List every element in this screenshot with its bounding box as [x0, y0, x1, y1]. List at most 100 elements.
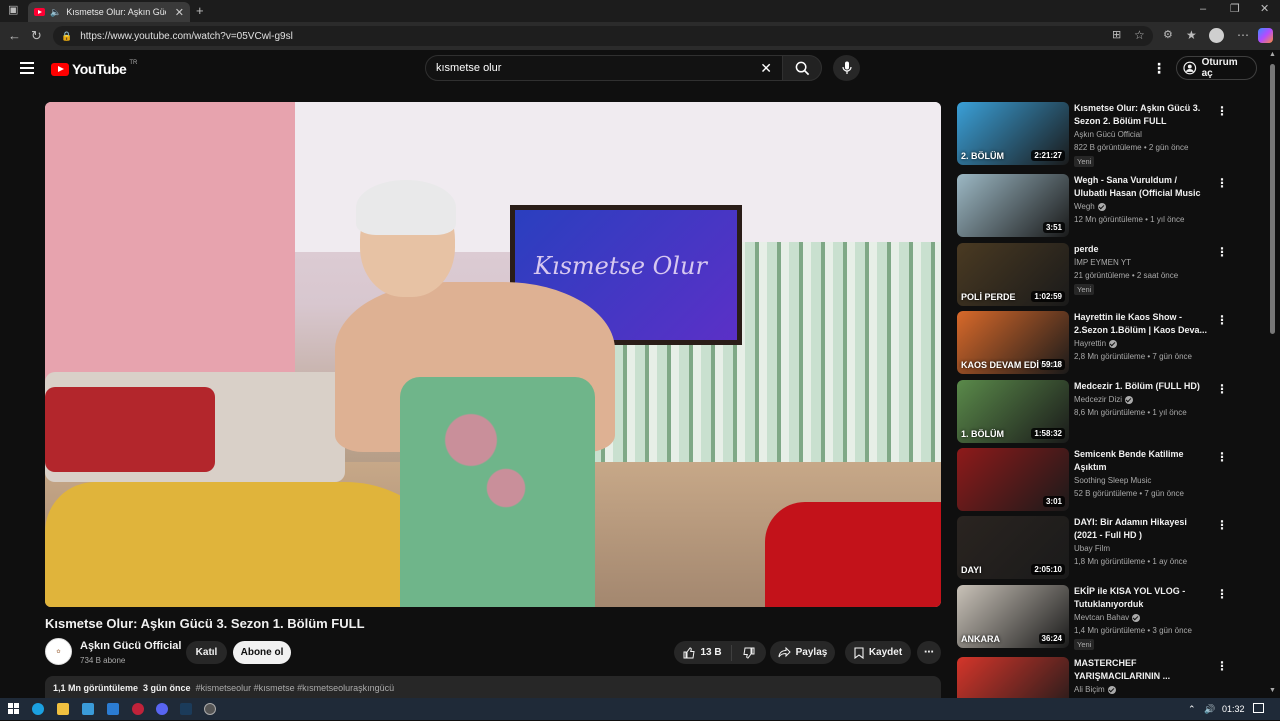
- recommendation-title[interactable]: Wegh - Sana Vuruldum / Ulubatlı Hasan (O…: [1074, 174, 1209, 200]
- duration-badge: 36:24: [1038, 633, 1065, 644]
- recommendation-thumbnail[interactable]: 1. BÖLÜM 1:58:32: [957, 380, 1069, 443]
- reload-icon[interactable]: ↻: [31, 29, 42, 42]
- recommendation-menu-icon[interactable]: ⋮: [1216, 587, 1228, 601]
- channel-label: Wegh: [1074, 202, 1095, 211]
- video-player[interactable]: Kısmetse Olur: [45, 102, 941, 607]
- copilot-icon[interactable]: [1258, 28, 1273, 43]
- recommendation-item[interactable]: 1. BÖLÜM 1:58:32 Medcezir 1. Bölüm (FULL H…: [957, 380, 1257, 444]
- recommendation-item[interactable]: ANKARA 36:24 EKİP ile KISA YOL VLOG - Tutu…: [957, 585, 1257, 650]
- recommendation-channel[interactable]: Ali Biçim: [1074, 685, 1116, 694]
- clear-search-icon[interactable]: ✕: [760, 60, 772, 77]
- recommendation-channel[interactable]: Hayrettin: [1074, 339, 1118, 348]
- tab-title: Kısmetse Olur: Aşkın Gücü 3: [66, 7, 166, 17]
- volume-icon[interactable]: 🔊: [1204, 704, 1215, 715]
- recommendation-thumbnail[interactable]: ANKARA 36:24: [957, 585, 1069, 648]
- recommendation-item[interactable]: 3:01 Semicenk Bende Katilime Aşıktım Sooth…: [957, 448, 1257, 512]
- recommendation-thumbnail[interactable]: DAYI 2:05:10: [957, 516, 1069, 579]
- recommendation-thumbnail[interactable]: KAOS DEVAM EDİYOR! 59:18: [957, 311, 1069, 374]
- recommendation-title[interactable]: Kısmetse Olur: Aşkın Gücü 3. Sezon 2. Bö…: [1074, 102, 1209, 128]
- recommendation-channel[interactable]: Soothing Sleep Music: [1074, 476, 1151, 485]
- discord-icon[interactable]: [156, 703, 168, 715]
- search-button[interactable]: [782, 55, 822, 81]
- dislike-button[interactable]: [732, 647, 766, 659]
- close-window-icon[interactable]: ✕: [1260, 4, 1269, 15]
- recommendation-title[interactable]: perde: [1074, 243, 1209, 256]
- recommendation-thumbnail[interactable]: 2. BÖLÜM 2:21:27: [957, 102, 1069, 165]
- recommendation-thumbnail[interactable]: POLİ PERDE 1:02:59: [957, 243, 1069, 306]
- share-button[interactable]: Paylaş: [770, 641, 835, 664]
- recommendation-item[interactable]: 2. BÖLÜM 2:21:27 Kısmetse Olur: Aşkın Gücü…: [957, 102, 1257, 167]
- recommendation-item[interactable]: 3:51 Wegh - Sana Vuruldum / Ulubatlı Hasa…: [957, 174, 1257, 238]
- edge-icon[interactable]: [32, 703, 44, 715]
- scroll-up-icon[interactable]: ▲: [1269, 51, 1276, 58]
- more-actions-button[interactable]: ⋯: [917, 641, 941, 664]
- menu-dots-icon[interactable]: ⋯: [1237, 29, 1249, 41]
- hamburger-menu-icon[interactable]: [20, 62, 34, 74]
- tab-actions-icon[interactable]: ▣: [8, 5, 18, 16]
- favorites-icon[interactable]: ★: [1186, 29, 1197, 41]
- store-icon[interactable]: [82, 703, 94, 715]
- like-button[interactable]: 13 B: [674, 644, 732, 661]
- save-button[interactable]: Kaydet: [845, 641, 911, 664]
- profile-icon[interactable]: [1209, 28, 1224, 43]
- signin-button[interactable]: Oturum aç: [1176, 56, 1257, 80]
- recommendation-menu-icon[interactable]: ⋮: [1216, 382, 1228, 396]
- recommendation-menu-icon[interactable]: ⋮: [1216, 245, 1228, 259]
- close-tab-icon[interactable]: ✕: [175, 6, 184, 19]
- recommendation-item[interactable]: KAOS DEVAM EDİYOR! 59:18 Hayrettin ile Kao…: [957, 311, 1257, 375]
- browser-tab[interactable]: 🔈 Kısmetse Olur: Aşkın Gücü 3 ✕: [28, 2, 190, 22]
- recommendation-menu-icon[interactable]: ⋮: [1216, 176, 1228, 190]
- recommendation-channel[interactable]: Wegh: [1074, 202, 1106, 211]
- recommendation-channel[interactable]: Aşkın Gücü Official: [1074, 130, 1142, 139]
- recommendation-title[interactable]: EKİP ile KISA YOL VLOG - Tutuklanıyorduk: [1074, 585, 1209, 611]
- recommendation-menu-icon[interactable]: ⋮: [1216, 104, 1228, 118]
- minimize-icon[interactable]: –: [1200, 4, 1206, 15]
- file-explorer-icon[interactable]: [57, 703, 69, 715]
- recommendation-title[interactable]: MASTERCHEF YARIŞMACILARININ ...: [1074, 657, 1209, 683]
- extensions-icon[interactable]: ⚙: [1163, 30, 1173, 41]
- url-field[interactable]: 🔒 https://www.youtube.com/watch?v=05VCwl…: [53, 26, 1153, 46]
- notifications-icon[interactable]: [1253, 703, 1264, 713]
- tray-chevron-icon[interactable]: ⌃: [1188, 704, 1196, 715]
- recommendation-thumbnail[interactable]: 3:51: [957, 174, 1069, 237]
- new-tab-icon[interactable]: +: [196, 4, 204, 17]
- recommendation-thumbnail[interactable]: 3:01: [957, 448, 1069, 511]
- recommendation-menu-icon[interactable]: ⋮: [1216, 450, 1228, 464]
- recommendation-title[interactable]: Semicenk Bende Katilime Aşıktım: [1074, 448, 1209, 474]
- recommendation-title[interactable]: DAYI: Bir Adamın Hikayesi (2021 - Full H…: [1074, 516, 1209, 542]
- youtube-logo[interactable]: YouTube TR: [51, 60, 137, 77]
- site-info-icon[interactable]: 🔒: [61, 31, 72, 42]
- verified-check-icon: [1125, 395, 1134, 404]
- recommendation-menu-icon[interactable]: ⋮: [1216, 659, 1228, 673]
- recommendation-channel[interactable]: Mevtcan Bahav: [1074, 613, 1141, 622]
- outlook-icon[interactable]: [107, 703, 119, 715]
- favorite-star-icon[interactable]: ☆: [1134, 29, 1145, 41]
- subscribe-button[interactable]: Abone ol: [233, 641, 291, 664]
- voice-search-button[interactable]: [833, 55, 860, 81]
- recommendation-menu-icon[interactable]: ⋮: [1216, 313, 1228, 327]
- reader-icon[interactable]: ⊞: [1112, 30, 1121, 41]
- restore-icon[interactable]: ❐: [1230, 4, 1240, 15]
- hashtags[interactable]: #kismetseolur #kısmetse #kısmetseoluraşk…: [196, 683, 395, 693]
- recommendation-menu-icon[interactable]: ⋮: [1216, 518, 1228, 532]
- recommendation-title[interactable]: Medcezir 1. Bölüm (FULL HD): [1074, 380, 1209, 393]
- join-button[interactable]: Katıl: [186, 641, 227, 664]
- recommendation-item[interactable]: POLİ PERDE 1:02:59 perde İMP EYMEN YT 21 gör…: [957, 243, 1257, 307]
- steam-icon[interactable]: [180, 703, 192, 715]
- channel-name[interactable]: Aşkın Gücü Official: [80, 640, 181, 652]
- scroll-down-icon[interactable]: ▼: [1269, 687, 1276, 694]
- back-icon[interactable]: ←: [8, 29, 21, 42]
- search-input[interactable]: kısmetse olur ✕: [425, 55, 783, 81]
- recommendation-title[interactable]: Hayrettin ile Kaos Show - 2.Sezon 1.Bölü…: [1074, 311, 1209, 337]
- start-icon[interactable]: [8, 703, 20, 715]
- speaker-icon[interactable]: 🔈: [50, 7, 61, 17]
- scrollbar-thumb[interactable]: [1270, 64, 1275, 334]
- channel-avatar[interactable]: ✿: [45, 638, 72, 665]
- recommendation-channel[interactable]: İMP EYMEN YT: [1074, 258, 1131, 267]
- recommendation-item[interactable]: DAYI 2:05:10 DAYI: Bir Adamın Hikayesi (20…: [957, 516, 1257, 580]
- recommendation-channel[interactable]: Ubay Film: [1074, 544, 1110, 553]
- app-active-icon[interactable]: [204, 703, 216, 715]
- recommendation-channel[interactable]: Medcezir Dizi: [1074, 395, 1134, 404]
- settings-dots-icon[interactable]: ⋮: [1152, 60, 1166, 77]
- opera-icon[interactable]: [132, 703, 144, 715]
